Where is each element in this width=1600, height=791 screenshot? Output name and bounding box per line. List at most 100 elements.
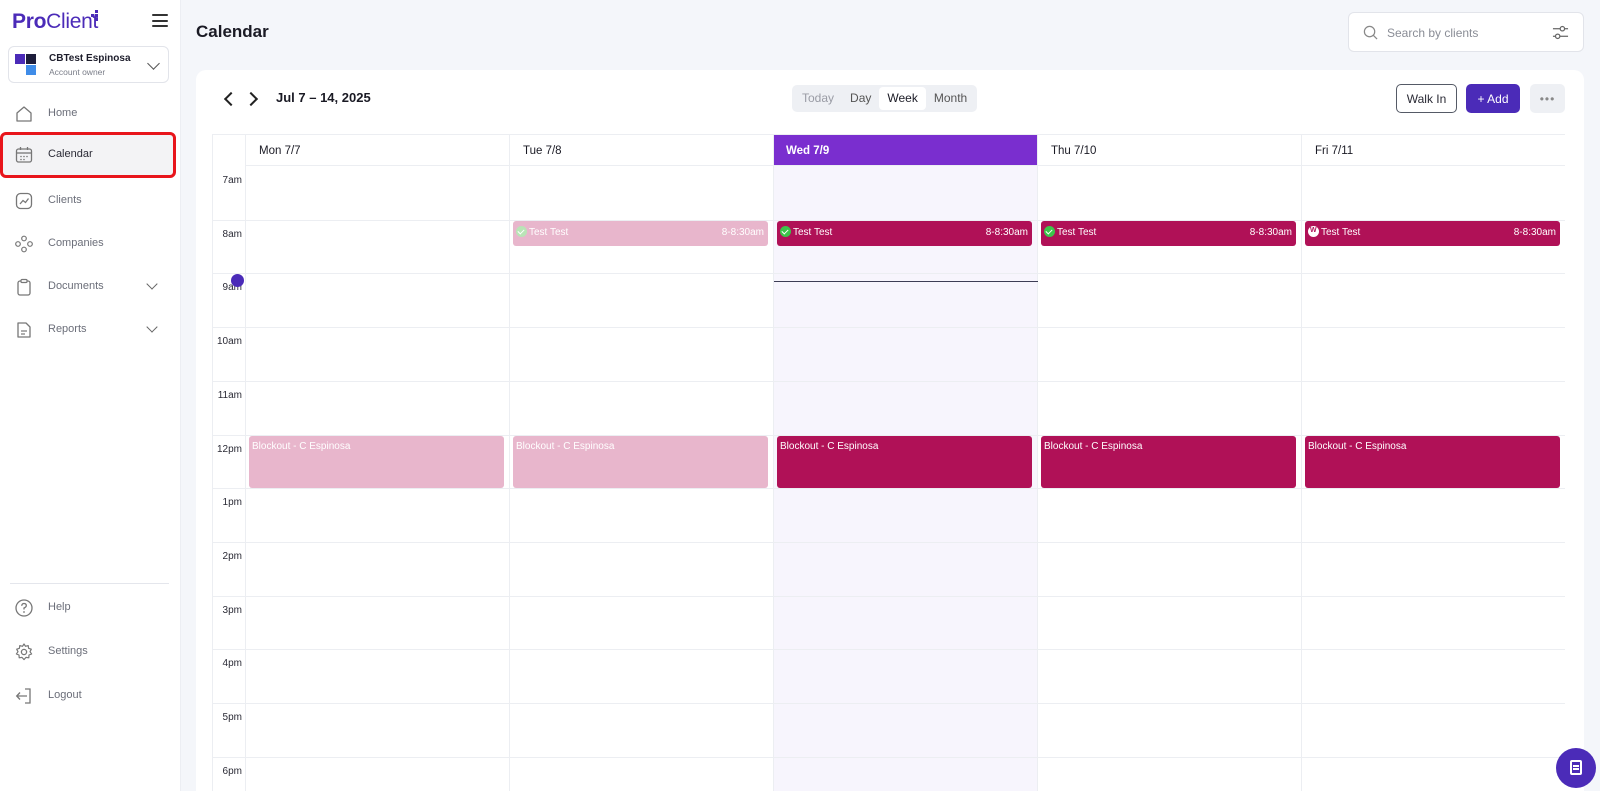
appointment-event[interactable]: Test Test 8-8:30am <box>777 220 1032 246</box>
walk-in-button[interactable]: Walk In <box>1396 84 1457 113</box>
event-title: Test Test <box>1057 226 1097 238</box>
sidebar-item-calendar[interactable]: Calendar <box>0 132 176 178</box>
hour-line <box>213 541 1565 543</box>
event-title: Blockout - C Espinosa <box>1044 440 1143 452</box>
calendar-card: Jul 7 – 14, 2025 Today Day Week Month Wa… <box>196 70 1584 791</box>
hour-label: 6pm <box>222 765 242 777</box>
event-time: 8-8:30am <box>985 226 1028 238</box>
calendar-icon <box>15 147 33 163</box>
day-header: Mon 7/7 <box>246 135 509 166</box>
check-icon <box>1044 225 1055 237</box>
sidebar-item-help[interactable]: Help <box>4 590 172 626</box>
sidebar: ProClient CBTest Espinosa Account owner … <box>0 0 181 791</box>
hour-label: 10am <box>216 336 242 348</box>
event-time: 8-8:30am <box>1249 226 1292 238</box>
hour-label: 1pm <box>222 497 242 509</box>
hour-line <box>213 595 1565 597</box>
hour-label: 7am <box>222 175 242 186</box>
proclient-logo[interactable]: ProClient <box>12 10 98 34</box>
account-logo-icon <box>15 54 37 76</box>
hour-label: 5pm <box>222 712 242 723</box>
walk-in-badge-icon: W <box>1308 225 1319 237</box>
hour-label: 11am <box>217 389 242 401</box>
event-title: Test Test <box>793 226 833 238</box>
event-title: Test Test <box>529 226 569 238</box>
day-header: Fri 7/11 <box>1302 135 1565 166</box>
current-time-line <box>774 281 1038 283</box>
sidebar-item-settings[interactable]: Settings <box>4 634 172 670</box>
view-today-button[interactable]: Today <box>794 87 842 110</box>
hour-line <box>213 380 1565 382</box>
menu-toggle-icon[interactable] <box>152 14 168 27</box>
sidebar-divider <box>10 583 169 584</box>
account-role: Account owner <box>49 67 106 77</box>
companies-icon <box>15 235 33 253</box>
hour-line <box>213 273 1565 275</box>
time-gutter: 7am 8am 9am 10am 11am 12pm 1pm 2pm 3pm 4pm 5pm 6pm <box>213 135 246 791</box>
sidebar-item-logout[interactable]: Logout <box>4 678 172 714</box>
event-title: Blockout - C Espinosa <box>780 440 879 452</box>
chevron-down-icon <box>147 57 160 70</box>
view-week-button[interactable]: Week <box>879 87 926 110</box>
view-toggle: Today Day Week Month <box>792 85 978 112</box>
filter-sliders-icon[interactable] <box>1552 24 1569 41</box>
add-button[interactable]: + Add <box>1466 84 1520 113</box>
more-options-button[interactable]: ••• <box>1530 84 1565 113</box>
clipboard-icon <box>17 278 31 296</box>
sidebar-item-documents[interactable]: Documents <box>4 269 172 305</box>
event-title: Blockout - C Espinosa <box>252 440 351 452</box>
chevron-left-icon[interactable] <box>223 91 239 107</box>
sidebar-item-clients[interactable]: Clients <box>4 183 172 219</box>
event-time: 8-8:30am <box>721 226 764 238</box>
date-range: Jul 7 – 14, 2025 <box>276 90 371 105</box>
note-icon <box>1570 760 1582 775</box>
hour-line <box>213 703 1565 704</box>
day-header: Tue 7/8 <box>510 135 773 166</box>
notes-fab-button[interactable] <box>1556 748 1596 788</box>
chart-line-icon <box>15 192 33 210</box>
hour-line <box>213 649 1565 651</box>
blockout-event[interactable]: Blockout - C Espinosa <box>513 435 768 489</box>
report-icon <box>17 322 31 338</box>
sidebar-item-home[interactable]: Home <box>4 96 172 132</box>
hour-label: 3pm <box>222 604 242 616</box>
gear-icon <box>15 643 33 661</box>
appointment-event[interactable]: Test Test 8-8:30am <box>513 220 768 246</box>
sidebar-item-companies[interactable]: Companies <box>4 226 172 262</box>
blockout-event[interactable]: Blockout - C Espinosa <box>1305 435 1560 489</box>
view-day-button[interactable]: Day <box>842 87 879 110</box>
account-switcher[interactable]: CBTest Espinosa Account owner <box>8 46 169 83</box>
hour-label: 12pm <box>216 443 242 455</box>
blockout-event[interactable]: Blockout - C Espinosa <box>1041 435 1296 489</box>
view-month-button[interactable]: Month <box>926 87 975 110</box>
home-icon <box>16 106 32 122</box>
appointment-event[interactable]: W Test Test 8-8:30am <box>1305 220 1560 246</box>
week-grid: 7am 8am 9am 10am 11am 12pm 1pm 2pm 3pm 4pm 5pm 6pm … <box>212 134 1565 791</box>
day-header: Thu 7/10 <box>1038 135 1301 166</box>
search-icon <box>1363 25 1378 40</box>
hour-line <box>213 488 1565 490</box>
logout-icon <box>15 688 31 704</box>
account-name: CBTest Espinosa <box>49 53 131 64</box>
logo-dots-icon <box>90 10 99 21</box>
check-icon <box>780 225 791 237</box>
event-title: Test Test <box>1321 226 1361 238</box>
day-header: Wed 7/9 <box>774 135 1037 166</box>
chevron-down-icon <box>146 278 158 290</box>
hour-line <box>213 756 1565 758</box>
event-time: 8-8:30am <box>1513 226 1556 238</box>
page-title: Calendar <box>196 22 269 41</box>
hour-label: 4pm <box>222 658 242 670</box>
event-title: Blockout - C Espinosa <box>1308 440 1407 452</box>
search-input[interactable] <box>1387 23 1537 43</box>
chevron-down-icon <box>146 321 158 333</box>
appointment-event[interactable]: Test Test 8-8:30am <box>1041 220 1296 246</box>
chevron-right-icon[interactable] <box>243 91 259 107</box>
check-icon <box>516 225 527 237</box>
blockout-event[interactable]: Blockout - C Espinosa <box>249 435 504 489</box>
sidebar-item-reports[interactable]: Reports <box>4 312 172 348</box>
help-icon <box>15 599 33 617</box>
blockout-event[interactable]: Blockout - C Espinosa <box>777 435 1032 489</box>
search-box <box>1348 12 1584 52</box>
hour-label: 8am <box>222 228 242 240</box>
